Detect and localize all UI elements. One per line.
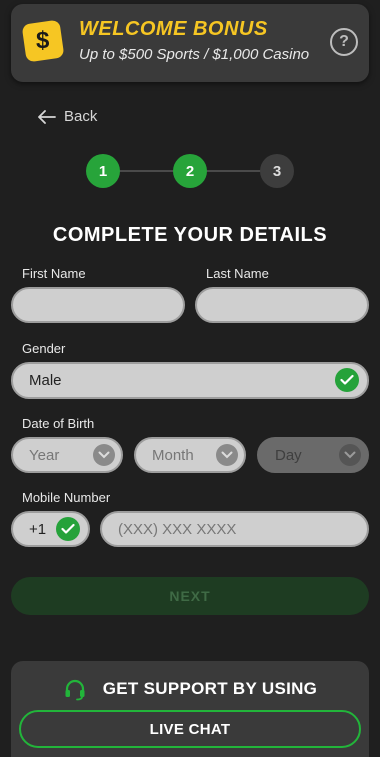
mobile-label: Mobile Number (22, 490, 111, 505)
dob-month-select[interactable]: Month (134, 437, 246, 473)
country-code-select[interactable]: +1 (11, 511, 90, 547)
dob-year-select[interactable]: Year (11, 437, 123, 473)
arrow-left-icon (38, 109, 56, 124)
step-2: 2 (173, 154, 207, 188)
mobile-number-placeholder: (XXX) XXX XXXX (118, 520, 237, 538)
first-name-label: First Name (22, 266, 86, 281)
last-name-label: Last Name (206, 266, 269, 281)
dob-day-select[interactable]: Day (257, 437, 369, 473)
dollar-icon: $ (21, 19, 65, 63)
step-1: 1 (86, 154, 120, 188)
support-panel: GET SUPPORT BY USING LIVE CHAT (11, 661, 369, 757)
welcome-bonus-banner[interactable]: $ WELCOME BONUS Up to $500 Sports / $1,0… (11, 4, 369, 82)
check-icon (56, 517, 80, 541)
page-title: COMPLETE YOUR DETAILS (52, 224, 328, 246)
country-code-value: +1 (29, 520, 47, 538)
chevron-down-icon (216, 444, 238, 466)
dob-year-placeholder: Year (29, 446, 60, 464)
back-label: Back (64, 108, 98, 125)
first-name-field[interactable] (11, 287, 185, 323)
check-icon (335, 368, 359, 392)
mobile-number-input[interactable]: (XXX) XXX XXXX (100, 511, 369, 547)
gender-select[interactable]: Male (11, 362, 369, 399)
bonus-title: WELCOME BONUS (79, 18, 268, 40)
back-button[interactable]: Back (38, 108, 97, 125)
step-3: 3 (260, 154, 294, 188)
dob-day-placeholder: Day (275, 446, 302, 464)
last-name-field[interactable] (195, 287, 369, 323)
dob-label: Date of Birth (22, 416, 95, 431)
bonus-subtitle: Up to $500 Sports / $1,000 Casino (79, 46, 310, 63)
gender-label: Gender (22, 341, 66, 356)
live-chat-button[interactable]: LIVE CHAT (19, 710, 361, 748)
headset-icon (65, 679, 85, 701)
support-title-text: GET SUPPORT BY USING (102, 679, 318, 698)
question-icon[interactable]: ? (330, 28, 358, 56)
chevron-down-icon (93, 444, 115, 466)
dob-month-placeholder: Month (152, 446, 194, 464)
next-button[interactable]: NEXT (11, 577, 369, 615)
gender-value: Male (29, 372, 62, 389)
chevron-down-icon (339, 444, 361, 466)
support-title: GET SUPPORT BY USING (11, 677, 369, 701)
progress-stepper: 1 2 3 (86, 154, 294, 188)
